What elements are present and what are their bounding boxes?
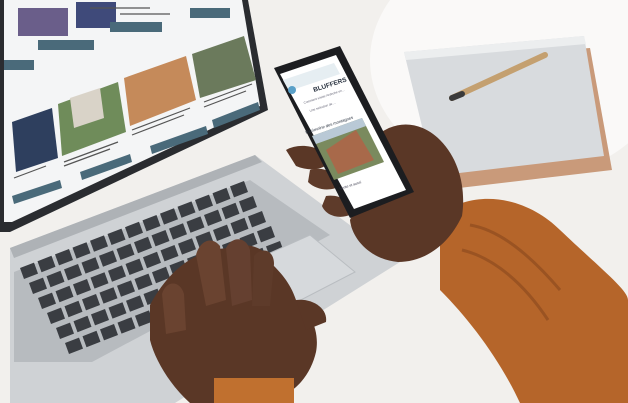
photo-illustration: BLUFFERS Comment visiter Ardeche en... U… bbox=[0, 0, 628, 403]
photo-scene: BLUFFERS Comment visiter Ardeche en... U… bbox=[0, 0, 628, 403]
logo-icon bbox=[288, 86, 296, 94]
card-image bbox=[18, 8, 68, 36]
card-button[interactable] bbox=[110, 22, 162, 32]
card-button[interactable] bbox=[190, 8, 230, 18]
left-sleeve bbox=[214, 378, 294, 403]
card-button[interactable] bbox=[38, 40, 94, 50]
card-button[interactable] bbox=[4, 60, 34, 70]
